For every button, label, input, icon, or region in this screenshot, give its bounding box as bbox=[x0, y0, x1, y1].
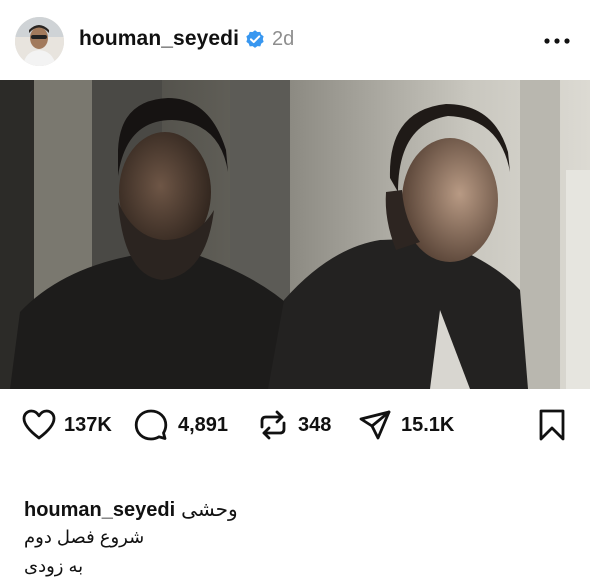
post-timestamp: 2d bbox=[272, 28, 295, 50]
more-horizontal-icon[interactable] bbox=[543, 37, 571, 45]
post-photo[interactable] bbox=[0, 80, 590, 389]
avatar[interactable] bbox=[15, 17, 64, 66]
send-icon[interactable] bbox=[358, 409, 392, 441]
comments-count[interactable]: 4,891 bbox=[178, 414, 228, 437]
caption-username[interactable]: houman_seyedi bbox=[24, 499, 175, 521]
post-header: houman_seyedi 2d bbox=[0, 0, 590, 80]
heart-icon[interactable] bbox=[22, 409, 56, 441]
caption-text-line-3: به زودی bbox=[24, 556, 84, 576]
comment-icon[interactable] bbox=[134, 409, 168, 441]
repost-icon[interactable] bbox=[256, 409, 290, 441]
post-photo-image bbox=[0, 80, 590, 389]
likes-count[interactable]: 137K bbox=[64, 414, 112, 437]
profile-avatar-image bbox=[15, 17, 64, 66]
verified-badge-icon bbox=[246, 30, 264, 48]
post-username[interactable]: houman_seyedi bbox=[79, 27, 239, 51]
reposts-count[interactable]: 348 bbox=[298, 414, 331, 437]
caption-text-line-2: شروع فصل دوم bbox=[24, 527, 145, 547]
bookmark-icon[interactable] bbox=[538, 409, 566, 441]
caption-first-line: houman_seyedi وحشی bbox=[24, 497, 238, 522]
shares-count[interactable]: 15.1K bbox=[401, 414, 454, 437]
caption-text-line-1: وحشی bbox=[181, 499, 238, 521]
